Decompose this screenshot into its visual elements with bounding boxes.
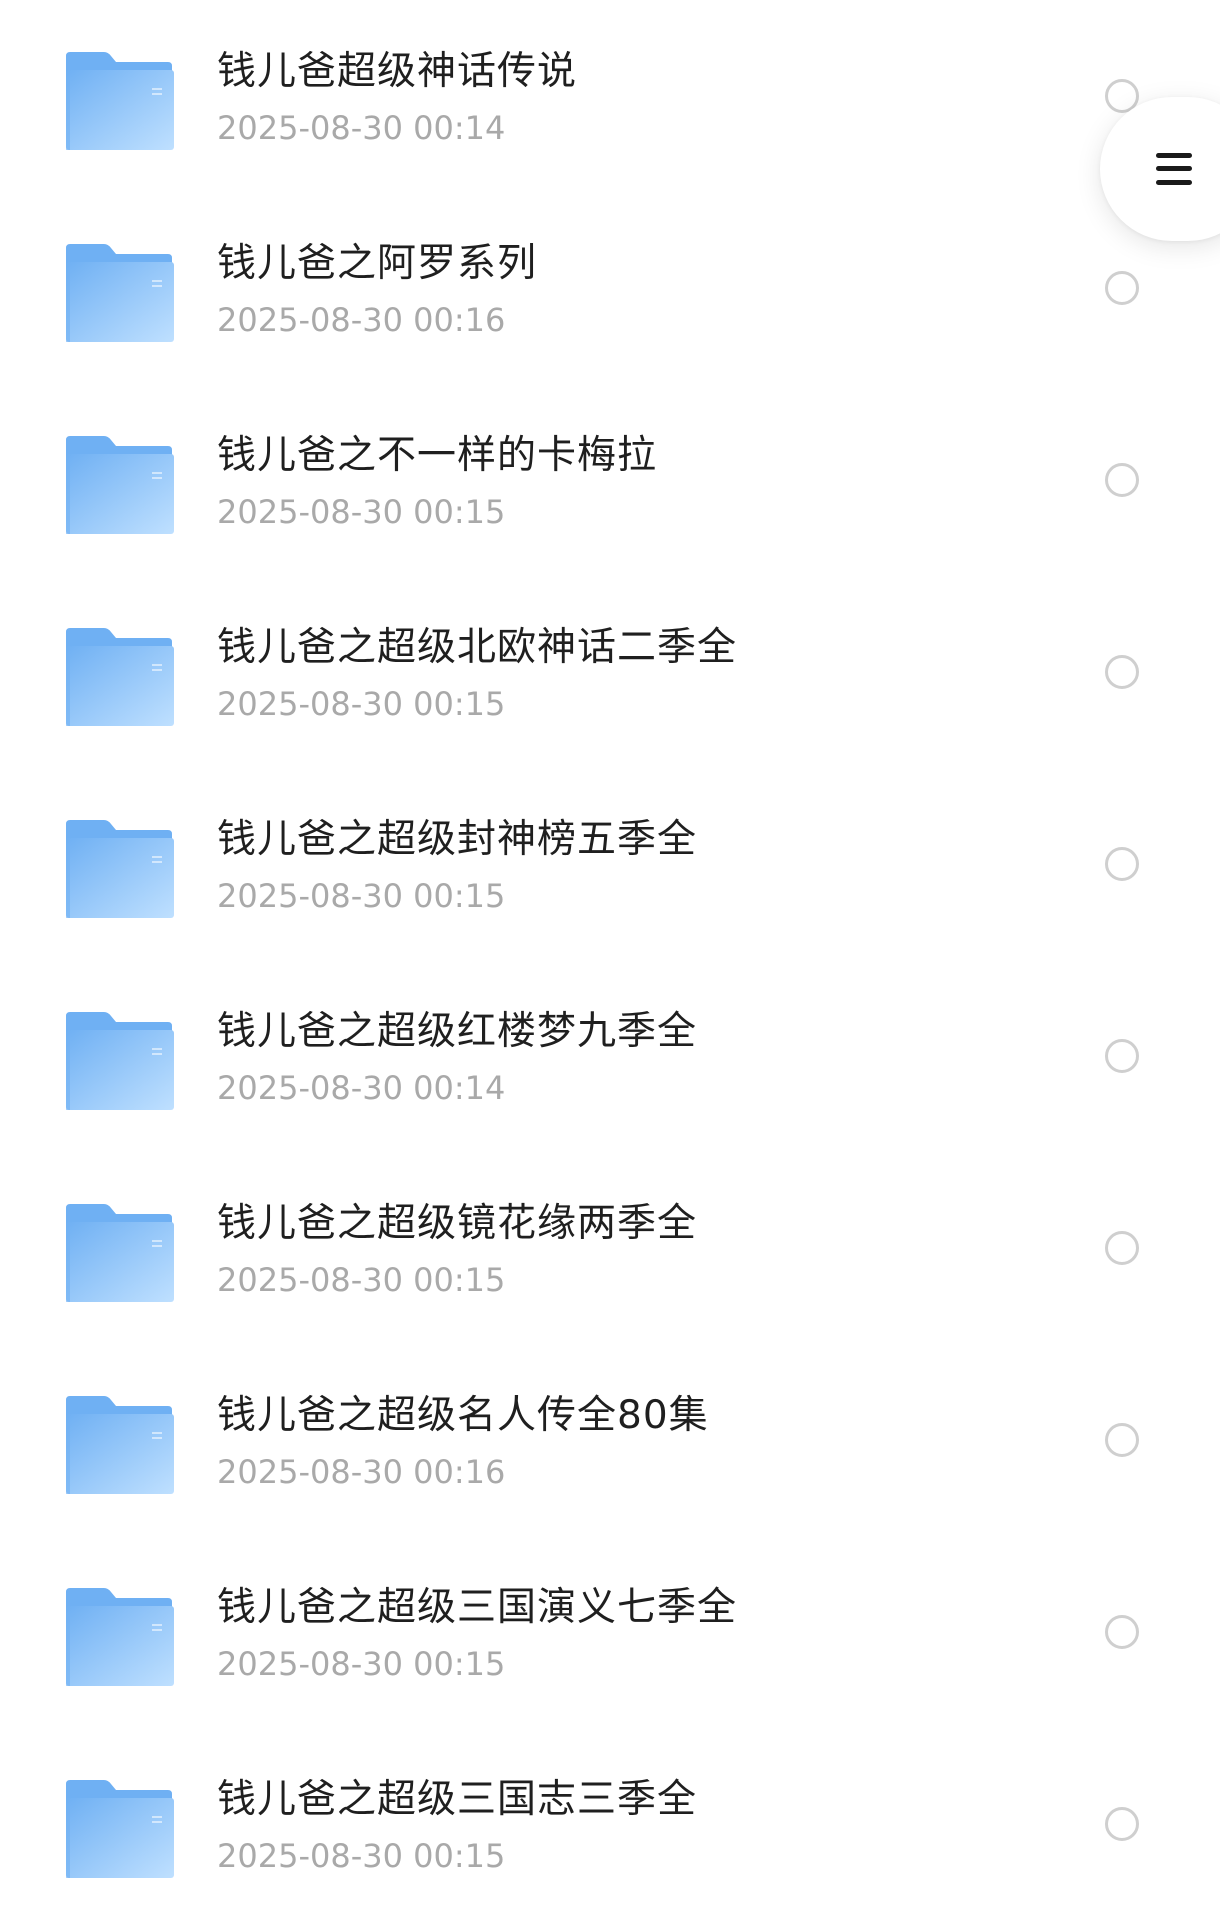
file-name: 钱儿爸之超级镜花缘两季全 bbox=[217, 1201, 698, 1246]
select-circle-icon[interactable] bbox=[1105, 463, 1139, 497]
select-circle-icon[interactable] bbox=[1105, 847, 1139, 881]
file-date: 2025-08-30 00:15 bbox=[217, 493, 506, 531]
hamburger-menu-icon bbox=[1156, 151, 1192, 187]
folder-icon bbox=[64, 434, 176, 536]
select-circle-icon[interactable] bbox=[1105, 1231, 1139, 1265]
folder-icon bbox=[64, 1202, 176, 1304]
folder-icon bbox=[64, 242, 176, 344]
file-row[interactable]: 钱儿爸之不一样的卡梅拉 2025-08-30 00:15 bbox=[0, 384, 1220, 576]
file-date: 2025-08-30 00:15 bbox=[217, 1837, 506, 1875]
file-name: 钱儿爸之超级红楼梦九季全 bbox=[217, 1009, 698, 1054]
select-circle-icon[interactable] bbox=[1105, 1615, 1139, 1649]
file-row[interactable]: 钱儿爸超级神话传说 2025-08-30 00:14 bbox=[0, 0, 1220, 192]
file-date: 2025-08-30 00:15 bbox=[217, 685, 506, 723]
file-name: 钱儿爸之超级封神榜五季全 bbox=[217, 817, 698, 862]
folder-icon bbox=[64, 1010, 176, 1112]
file-name: 钱儿爸之阿罗系列 bbox=[217, 241, 538, 286]
file-date: 2025-08-30 00:15 bbox=[217, 1261, 506, 1299]
file-date: 2025-08-30 00:14 bbox=[217, 109, 506, 147]
file-row[interactable]: 钱儿爸之超级封神榜五季全 2025-08-30 00:15 bbox=[0, 768, 1220, 960]
folder-icon bbox=[64, 1586, 176, 1688]
file-date: 2025-08-30 00:16 bbox=[217, 1453, 506, 1491]
folder-icon bbox=[64, 818, 176, 920]
file-name: 钱儿爸之不一样的卡梅拉 bbox=[217, 433, 658, 478]
file-date: 2025-08-30 00:14 bbox=[217, 1069, 506, 1107]
file-name: 钱儿爸之超级三国志三季全 bbox=[217, 1777, 698, 1822]
select-circle-icon[interactable] bbox=[1105, 1039, 1139, 1073]
file-name: 钱儿爸之超级三国演义七季全 bbox=[217, 1585, 738, 1630]
file-date: 2025-08-30 00:16 bbox=[217, 301, 506, 339]
file-row[interactable]: 钱儿爸之超级红楼梦九季全 2025-08-30 00:14 bbox=[0, 960, 1220, 1152]
file-row[interactable]: 钱儿爸之超级三国演义七季全 2025-08-30 00:15 bbox=[0, 1536, 1220, 1728]
file-row[interactable]: 钱儿爸之超级镜花缘两季全 2025-08-30 00:15 bbox=[0, 1152, 1220, 1344]
folder-icon bbox=[64, 50, 176, 152]
file-date: 2025-08-30 00:15 bbox=[217, 1645, 506, 1683]
file-row[interactable]: 钱儿爸之超级三国志三季全 2025-08-30 00:15 bbox=[0, 1728, 1220, 1920]
file-row[interactable]: 钱儿爸之超级名人传全80集 2025-08-30 00:16 bbox=[0, 1344, 1220, 1536]
folder-icon bbox=[64, 1394, 176, 1496]
select-circle-icon[interactable] bbox=[1105, 1423, 1139, 1457]
folder-icon bbox=[64, 626, 176, 728]
select-circle-icon[interactable] bbox=[1105, 1807, 1139, 1841]
file-name: 钱儿爸之超级北欧神话二季全 bbox=[217, 625, 738, 670]
folder-icon bbox=[64, 1778, 176, 1880]
file-date: 2025-08-30 00:15 bbox=[217, 877, 506, 915]
select-circle-icon[interactable] bbox=[1105, 271, 1139, 305]
file-row[interactable]: 钱儿爸之超级北欧神话二季全 2025-08-30 00:15 bbox=[0, 576, 1220, 768]
file-row[interactable]: 钱儿爸之阿罗系列 2025-08-30 00:16 bbox=[0, 192, 1220, 384]
select-circle-icon[interactable] bbox=[1105, 655, 1139, 689]
file-name: 钱儿爸之超级名人传全80集 bbox=[217, 1393, 709, 1438]
file-name: 钱儿爸超级神话传说 bbox=[217, 49, 578, 94]
